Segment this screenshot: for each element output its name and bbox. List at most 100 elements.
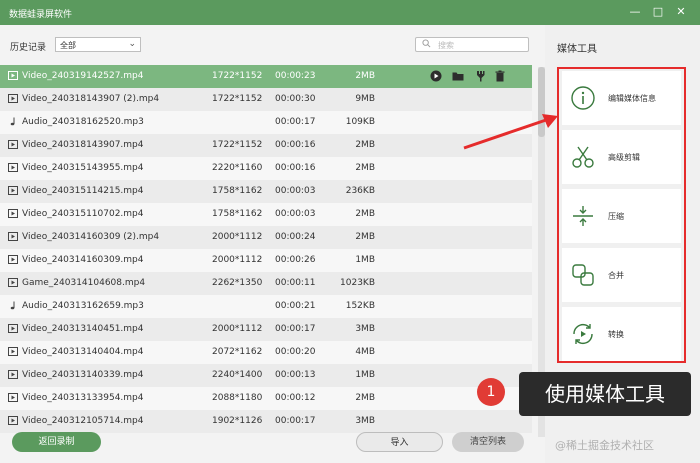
file-duration: 00:00:13 (275, 370, 316, 380)
video-file-icon (8, 163, 18, 172)
media-tools-title: 媒体工具 (557, 44, 597, 55)
import-button[interactable]: 导入 (356, 432, 443, 452)
video-file-icon (8, 255, 18, 264)
folder-icon[interactable] (452, 70, 464, 82)
file-duration: 00:00:23 (275, 71, 316, 81)
file-row[interactable]: Video_240313133954.mp4 2088*1180 00:00:12 2… (0, 387, 532, 410)
file-duration: 00:00:24 (275, 232, 316, 242)
file-row[interactable]: Video_240315110702.mp4 1758*1162 00:00:03 2… (0, 203, 532, 226)
tool-advanced-edit[interactable]: 高级剪辑 (562, 130, 681, 184)
file-size: 2MB (355, 209, 375, 219)
file-row[interactable]: Audio_240318162520.mp3 00:00:17 109KB (0, 111, 532, 134)
step-callout: 1 使用媒体工具 (474, 372, 695, 420)
tool-label: 合并 (608, 271, 624, 280)
file-row[interactable]: Video_240313140451.mp4 2000*1112 00:00:17 3… (0, 318, 532, 341)
file-resolution: 1758*1162 (212, 209, 263, 219)
file-name: Video_240314160309 (2).mp4 (22, 232, 160, 242)
file-row[interactable]: Video_240315114215.mp4 1758*1162 00:00:03 2… (0, 180, 532, 203)
file-duration: 00:00:11 (275, 278, 316, 288)
audio-file-icon (8, 301, 18, 310)
file-duration: 00:00:20 (275, 347, 316, 357)
tool-convert[interactable]: 转换 (562, 307, 681, 361)
file-size: 1023KB (340, 278, 375, 288)
file-duration: 00:00:16 (275, 140, 316, 150)
tool-merge[interactable]: 合并 (562, 248, 681, 302)
file-resolution: 2262*1350 (212, 278, 263, 288)
file-row[interactable]: Video_240318143907 (2).mp4 1722*1152 00:00… (0, 88, 532, 111)
video-file-icon (8, 186, 18, 195)
file-name: Video_240313140451.mp4 (22, 324, 144, 334)
file-size: 109KB (345, 117, 375, 127)
file-size: 2MB (355, 163, 375, 173)
compress-icon (573, 206, 593, 226)
file-duration: 00:00:03 (275, 209, 316, 219)
file-name: Video_240319142527.mp4 (22, 71, 144, 81)
file-row[interactable]: Video_240314160309.mp4 2000*1112 00:00:26 1… (0, 249, 532, 272)
tool-label: 压缩 (608, 212, 624, 221)
info-icon (571, 86, 595, 110)
file-size: 3MB (355, 416, 375, 426)
minimize-icon[interactable]: — (628, 5, 642, 19)
file-duration: 00:00:30 (275, 94, 316, 104)
file-duration: 00:00:17 (275, 324, 316, 334)
video-file-icon (8, 94, 18, 103)
file-duration: 00:00:03 (275, 186, 316, 196)
file-name: Video_240314160309.mp4 (22, 255, 144, 265)
file-row[interactable]: Video_240314160309 (2).mp4 2000*1112 00:00… (0, 226, 532, 249)
file-size: 4MB (355, 347, 375, 357)
tools-icon[interactable] (474, 70, 486, 82)
file-duration: 00:00:12 (275, 393, 316, 403)
video-file-icon (8, 416, 18, 425)
file-resolution: 2220*1160 (212, 163, 263, 173)
file-row[interactable]: Audio_240313162659.mp3 00:00:21 152KB (0, 295, 532, 318)
file-size: 2MB (355, 232, 375, 242)
file-name: Video_240313140404.mp4 (22, 347, 144, 357)
file-resolution: 1902*1126 (212, 416, 263, 426)
close-icon[interactable]: ✕ (674, 5, 688, 19)
file-row[interactable]: Video_240319142527.mp4 1722*1152 00:00:23 2… (0, 65, 532, 88)
media-tools-highlight: 编辑媒体信息 高级剪辑 压缩 合并 转换 (557, 67, 686, 363)
file-name: Video_240315143955.mp4 (22, 163, 144, 173)
history-filter-select[interactable]: 全部 ⌄ (55, 37, 141, 52)
delete-icon[interactable] (494, 70, 506, 82)
file-row[interactable]: Video_240313140339.mp4 2240*1400 00:00:13 1… (0, 364, 532, 387)
file-size: 236KB (345, 186, 375, 196)
step-text: 使用媒体工具 (519, 372, 691, 416)
file-row[interactable]: Video_240315143955.mp4 2220*1160 00:00:16 2… (0, 157, 532, 180)
window-title: 数据蛙录屏软件 (9, 10, 73, 20)
file-row[interactable]: Game_240314104608.mp4 2262*1350 00:00:11 10… (0, 272, 532, 295)
file-size: 1MB (355, 370, 375, 380)
file-row[interactable]: Video_240318143907.mp4 1722*1152 00:00:16 2… (0, 134, 532, 157)
file-name: Video_240318143907 (2).mp4 (22, 94, 160, 104)
tool-edit-media-info[interactable]: 编辑媒体信息 (562, 71, 681, 125)
file-name: Game_240314104608.mp4 (22, 278, 146, 288)
search-input[interactable]: 搜索 (415, 37, 529, 52)
play-icon[interactable] (430, 70, 442, 82)
filter-bar: 历史记录 全部 ⌄ 搜索 (0, 25, 545, 65)
file-list-panel: 历史记录 全部 ⌄ 搜索 Video_240319142527.mp4 1722*… (0, 25, 545, 463)
file-resolution: 2088*1180 (212, 393, 263, 403)
maximize-icon[interactable]: □ (651, 5, 665, 19)
step-number: 1 (477, 378, 505, 406)
file-resolution: 2000*1112 (212, 255, 263, 265)
file-resolution: 1722*1152 (212, 140, 263, 150)
file-name: Audio_240318162520.mp3 (22, 117, 144, 127)
file-duration: 00:00:16 (275, 163, 316, 173)
video-file-icon (8, 232, 18, 241)
convert-icon (573, 324, 593, 344)
file-size: 1MB (355, 255, 375, 265)
file-row[interactable]: Video_240312105714.mp4 1902*1126 00:00:17 3… (0, 410, 532, 433)
file-row[interactable]: Video_240313140404.mp4 2072*1162 00:00:20 4… (0, 341, 532, 364)
file-resolution: 2072*1162 (212, 347, 263, 357)
tool-compress[interactable]: 压缩 (562, 189, 681, 243)
back-to-record-button[interactable]: 返回录制 (12, 432, 101, 452)
video-file-icon (8, 278, 18, 287)
history-filter-value: 全部 (60, 41, 76, 50)
video-file-icon (8, 370, 18, 379)
file-size: 3MB (355, 324, 375, 334)
file-resolution: 2000*1112 (212, 324, 263, 334)
file-resolution: 1722*1152 (212, 71, 263, 81)
scissors-icon (572, 146, 594, 168)
file-name: Audio_240313162659.mp3 (22, 301, 144, 311)
clear-list-button[interactable]: 清空列表 (452, 432, 524, 452)
